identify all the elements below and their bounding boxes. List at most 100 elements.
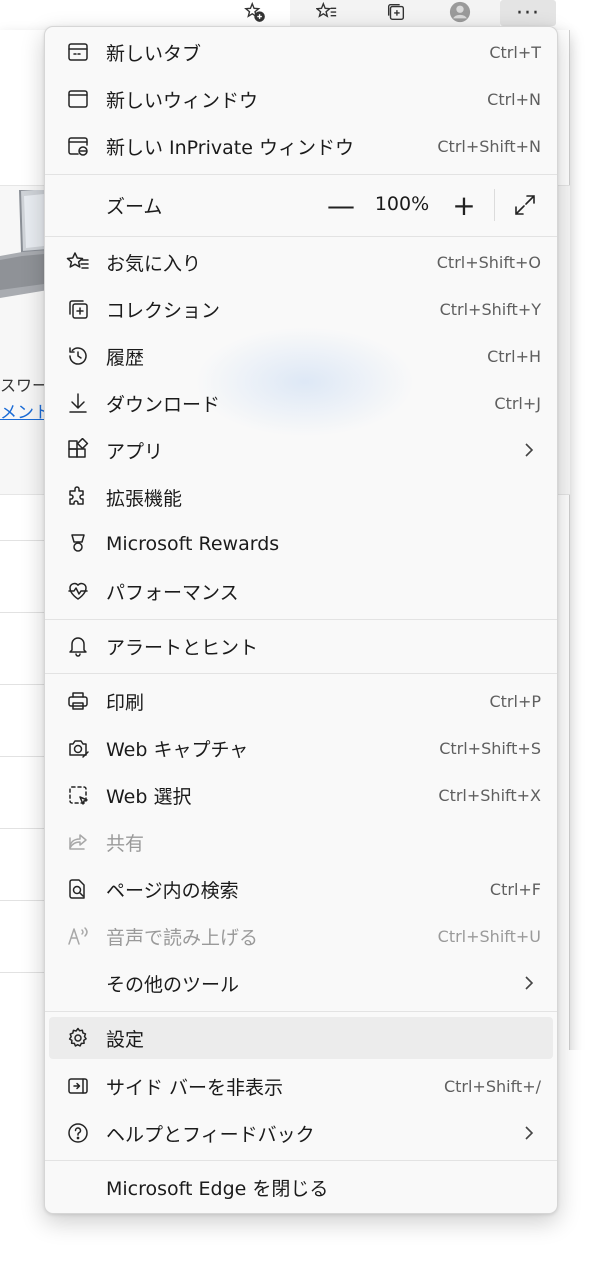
- menu-item-label: 設定: [106, 1028, 145, 1051]
- menu-item-label: 新しいタブ: [106, 42, 202, 65]
- menu-item-label: Microsoft Edge を閉じる: [106, 1177, 329, 1200]
- menu-item-label: コレクション: [106, 299, 221, 322]
- menu-item-label: 印刷: [106, 691, 145, 714]
- menu-item-label: Web 選択: [106, 785, 192, 808]
- menu-item-label: 新しいウィンドウ: [106, 89, 259, 112]
- favorites-icon[interactable]: [312, 0, 342, 24]
- menu-item-shortcut: Ctrl+Shift+S: [439, 738, 541, 758]
- menu-item-hide-sidebar[interactable]: サイド バーを非表示 Ctrl+Shift+/: [49, 1063, 553, 1109]
- menu-divider: [45, 1160, 557, 1161]
- menu-item-new-inprivate-window[interactable]: 新しい InPrivate ウィンドウ Ctrl+Shift+N: [49, 123, 553, 169]
- menu-item-label: お気に入り: [106, 252, 202, 275]
- menu-divider: [45, 236, 557, 237]
- share-icon: [65, 829, 91, 855]
- menu-item-label: その他のツール: [106, 973, 240, 996]
- chevron-right-icon: [525, 1126, 534, 1140]
- inprivate-window-icon: [65, 133, 91, 159]
- printer-icon: [65, 688, 91, 714]
- add-favorite-icon[interactable]: [240, 0, 270, 24]
- list-divider: [0, 900, 44, 901]
- menu-item-favorites[interactable]: お気に入り Ctrl+Shift+O: [49, 239, 553, 285]
- menu-item-label: ページ内の検索: [106, 879, 239, 902]
- full-screen-icon: [515, 195, 535, 215]
- sidebar-icon: [65, 1073, 91, 1099]
- chevron-right-icon: [525, 976, 534, 990]
- download-icon: [65, 390, 91, 416]
- menu-item-shortcut: Ctrl+Shift+O: [436, 252, 541, 272]
- menu-item-label: アラートとヒント: [106, 636, 259, 659]
- menu-item-shortcut: Ctrl+Shift+Y: [439, 299, 541, 319]
- menu-item-label: ヘルプとフィードバック: [106, 1123, 315, 1146]
- menu-item-extensions[interactable]: 拡張機能: [49, 474, 553, 520]
- menu-divider: [45, 619, 557, 620]
- menu-item-alerts-and-tips[interactable]: アラートとヒント: [49, 623, 553, 669]
- new-window-icon: [65, 86, 91, 112]
- menu-item-collections[interactable]: コレクション Ctrl+Shift+Y: [49, 286, 553, 332]
- menu-item-shortcut: Ctrl+H: [487, 346, 541, 366]
- menu-item-microsoft-rewards[interactable]: Microsoft Rewards: [49, 521, 553, 567]
- menu-item-shortcut: Ctrl+P: [489, 691, 541, 711]
- menu-divider: [45, 174, 557, 175]
- zoom-level: 100%: [374, 193, 430, 215]
- menu-item-shortcut: Ctrl+Shift+U: [437, 926, 541, 946]
- zoom-in-button[interactable]: +: [446, 187, 482, 223]
- list-divider: [0, 972, 44, 973]
- laptop-image: [0, 190, 48, 298]
- menu-item-shortcut: Ctrl+J: [494, 393, 541, 413]
- performance-heart-icon: [65, 578, 91, 604]
- menu-item-label: ダウンロード: [106, 393, 221, 416]
- find-on-page-icon: [65, 876, 91, 902]
- gear-icon: [65, 1025, 91, 1051]
- menu-item-label: 音声で読み上げる: [106, 926, 259, 949]
- menu-item-label: アプリ: [106, 440, 164, 463]
- zoom-out-button[interactable]: —: [323, 187, 359, 223]
- menu-item-shortcut: Ctrl+T: [489, 42, 541, 62]
- collections-icon: [65, 296, 91, 322]
- menu-item-performance[interactable]: パフォーマンス: [49, 568, 553, 614]
- rewards-trophy-icon: [65, 531, 91, 557]
- menu-item-label: Microsoft Rewards: [106, 533, 280, 555]
- settings-and-more-button[interactable]: ···: [500, 0, 556, 26]
- chevron-right-icon: [525, 443, 534, 457]
- profile-avatar-icon[interactable]: [445, 0, 475, 24]
- menu-item-web-select[interactable]: Web 選択 Ctrl+Shift+X: [49, 772, 553, 818]
- favorites-icon: [65, 249, 91, 275]
- menu-item-label: サイド バーを非表示: [106, 1076, 284, 1099]
- collections-icon[interactable]: [381, 0, 411, 24]
- background-text: スワー: [0, 376, 49, 395]
- menu-item-web-capture[interactable]: Web キャプチャ Ctrl+Shift+S: [49, 725, 553, 771]
- menu-item-history[interactable]: 履歴 Ctrl+H: [49, 333, 553, 379]
- menu-item-find-on-page[interactable]: ページ内の検索 Ctrl+F: [49, 866, 553, 912]
- list-divider: [0, 684, 44, 685]
- menu-item-label: パフォーマンス: [106, 581, 239, 604]
- extensions-puzzle-icon: [65, 484, 91, 510]
- web-capture-camera-icon: [65, 735, 91, 761]
- full-screen-button[interactable]: [507, 187, 543, 223]
- menu-item-more-tools[interactable]: その他のツール: [49, 960, 553, 1006]
- menu-item-label: 履歴: [106, 346, 145, 369]
- menu-item-apps[interactable]: アプリ: [49, 427, 553, 473]
- menu-item-shortcut: Ctrl+Shift+/: [443, 1076, 541, 1096]
- menu-item-new-window[interactable]: 新しいウィンドウ Ctrl+N: [49, 76, 553, 122]
- menu-item-shortcut: Ctrl+Shift+X: [438, 785, 541, 805]
- menu-item-shortcut: Ctrl+F: [489, 879, 541, 899]
- read-aloud-icon: [65, 923, 91, 949]
- menu-item-print[interactable]: 印刷 Ctrl+P: [49, 678, 553, 724]
- menu-item-label: 共有: [106, 832, 145, 855]
- web-select-icon: [65, 782, 91, 808]
- menu-item-label: 新しい InPrivate ウィンドウ: [106, 136, 354, 159]
- menu-item-label: Web キャプチャ: [106, 738, 249, 761]
- menu-item-new-tab[interactable]: 新しいタブ Ctrl+T: [49, 29, 553, 75]
- settings-and-more-menu: 新しいタブ Ctrl+T 新しいウィンドウ Ctrl+N 新しい InPriva…: [44, 26, 558, 1214]
- menu-item-shortcut: Ctrl+Shift+N: [437, 136, 541, 156]
- menu-divider: [45, 1011, 557, 1012]
- apps-icon: [65, 437, 91, 463]
- bell-icon: [65, 633, 91, 659]
- menu-item-share: 共有: [49, 819, 553, 865]
- menu-item-close-edge[interactable]: Microsoft Edge を閉じる: [49, 1164, 553, 1210]
- menu-item-settings[interactable]: 設定: [49, 1017, 553, 1059]
- menu-item-help-and-feedback[interactable]: ヘルプとフィードバック: [49, 1110, 553, 1156]
- menu-item-downloads[interactable]: ダウンロード Ctrl+J: [49, 380, 553, 426]
- help-question-icon: [65, 1120, 91, 1146]
- history-icon: [65, 343, 91, 369]
